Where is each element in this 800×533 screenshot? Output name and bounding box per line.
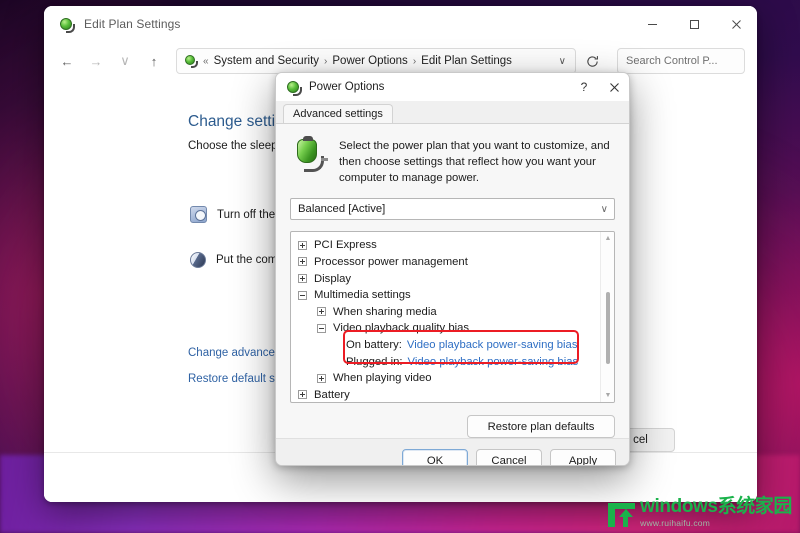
collapse-icon[interactable]	[317, 323, 326, 333]
restore-defaults-row: Restore plan defaults	[289, 415, 616, 439]
tree-item-battery[interactable]: Battery	[298, 386, 614, 402]
watermark: windows系统家园 www.ruihaifu.com	[608, 497, 792, 528]
window-title: Edit Plan Settings	[84, 17, 181, 31]
dialog-title-controls: ?	[569, 73, 629, 101]
watermark-house-icon	[608, 500, 636, 527]
power-plug-large-icon	[293, 136, 328, 172]
tree-item-pci-express[interactable]: PCI Express	[298, 237, 614, 254]
chevron-down-icon: ∨	[600, 203, 608, 215]
tree-nodes: PCI Express Processor power management D…	[291, 232, 614, 402]
breadcrumb-separator: ›	[324, 55, 328, 67]
collapse-icon[interactable]	[298, 290, 307, 300]
close-button[interactable]	[715, 6, 757, 42]
tree-item-label: Display	[314, 272, 352, 285]
clock-icon	[190, 206, 207, 223]
dialog-intro-text: Select the power plan that you want to c…	[339, 140, 610, 185]
tree-item-when-playing-video[interactable]: When playing video	[298, 370, 614, 387]
dialog-footer: OK Cancel Apply	[276, 438, 629, 465]
tree-item-label: When playing video	[333, 372, 432, 385]
breadcrumb-power-plug-icon	[184, 54, 198, 68]
dialog-power-plug-icon	[285, 79, 302, 96]
power-plug-icon	[58, 16, 75, 33]
window-titlebar: Edit Plan Settings	[44, 6, 757, 42]
breadcrumb-overflow[interactable]: «	[203, 56, 209, 67]
refresh-button[interactable]	[579, 48, 606, 74]
recent-locations-button[interactable]: ∨	[112, 48, 138, 74]
tree-item-multimedia-settings[interactable]: Multimedia settings	[298, 287, 614, 304]
expand-icon[interactable]	[298, 257, 307, 267]
tree-scrollbar[interactable]: ▲ ▼	[600, 232, 614, 403]
tree-item-plugged-in[interactable]: Plugged in: Video playback power-saving …	[298, 353, 614, 370]
tree-item-display[interactable]: Display	[298, 270, 614, 287]
expand-icon[interactable]	[317, 373, 326, 383]
tree-item-when-sharing-media[interactable]: When sharing media	[298, 303, 614, 320]
tree-item-label: Multimedia settings	[314, 289, 411, 302]
dialog-close-button[interactable]	[599, 73, 629, 101]
power-plan-select-value: Balanced [Active]	[298, 203, 386, 216]
breadcrumb-dropdown-icon[interactable]: ∨	[554, 56, 571, 67]
expand-icon[interactable]	[317, 307, 326, 317]
breadcrumb-item-system-and-security[interactable]: System and Security	[214, 55, 319, 67]
tab-advanced-settings[interactable]: Advanced settings	[283, 103, 393, 123]
tree-scrollbar-thumb[interactable]	[606, 292, 610, 365]
dialog-title: Power Options	[309, 81, 385, 93]
apply-button[interactable]: Apply	[550, 448, 616, 465]
watermark-url: www.ruihaifu.com	[640, 517, 710, 528]
expand-icon[interactable]	[298, 240, 307, 250]
restore-plan-defaults-button[interactable]: Restore plan defaults	[467, 415, 615, 439]
tree-item-label: Battery	[314, 388, 350, 401]
power-options-dialog: Power Options ? Advanced settings Select…	[275, 72, 630, 466]
tree-item-label: PCI Express	[314, 239, 377, 252]
ok-button[interactable]: OK	[402, 448, 468, 465]
advanced-settings-tree[interactable]: PCI Express Processor power management D…	[290, 231, 615, 404]
expand-icon[interactable]	[298, 274, 307, 284]
watermark-text-block: windows系统家园 www.ruihaifu.com	[640, 497, 792, 528]
scroll-up-icon[interactable]: ▲	[601, 232, 614, 245]
cancel-button[interactable]: Cancel	[476, 448, 542, 465]
maximize-button[interactable]	[673, 6, 715, 42]
expand-icon[interactable]	[298, 390, 307, 400]
dialog-intro: Select the power plan that you want to c…	[289, 133, 616, 186]
search-input[interactable]	[626, 55, 757, 67]
breadcrumb-separator: ›	[412, 55, 417, 67]
breadcrumb-item-edit-plan-settings[interactable]: Edit Plan Settings	[421, 55, 512, 67]
minimize-button[interactable]	[631, 6, 673, 42]
moon-icon	[190, 252, 206, 268]
tree-item-video-playback-quality-bias[interactable]: Video playback quality bias	[298, 320, 614, 337]
breadcrumb-item-power-options[interactable]: Power Options	[332, 55, 407, 67]
tree-item-label: When sharing media	[333, 305, 437, 318]
setting-value-on-battery[interactable]: Video playback power-saving bias	[407, 339, 578, 351]
forward-button[interactable]: →	[83, 48, 109, 74]
dialog-body: Select the power plan that you want to c…	[276, 123, 629, 439]
scroll-down-icon[interactable]: ▼	[601, 389, 614, 402]
tree-item-processor-power-management[interactable]: Processor power management	[298, 254, 614, 271]
search-box[interactable]	[617, 48, 757, 74]
watermark-title: windows系统家园	[640, 495, 792, 517]
setting-value-plugged-in[interactable]: Video playback power-saving bias	[408, 356, 579, 368]
setting-label-on-battery: On battery:	[346, 338, 402, 351]
power-plan-select[interactable]: Balanced [Active] ∨	[290, 198, 615, 221]
tree-item-on-battery[interactable]: On battery: Video playback power-saving …	[298, 337, 614, 354]
dialog-titlebar: Power Options ?	[276, 73, 629, 101]
dialog-tabstrip: Advanced settings	[276, 101, 629, 123]
breadcrumb[interactable]: « System and Security › Power Options › …	[176, 48, 576, 74]
window-controls	[631, 6, 757, 42]
setting-label-plugged-in: Plugged in:	[346, 355, 403, 368]
help-button[interactable]: ?	[569, 73, 599, 101]
tree-item-label: Video playback quality bias	[333, 322, 470, 335]
back-button[interactable]: ←	[54, 48, 80, 74]
up-button[interactable]: ↑	[141, 48, 167, 74]
tree-item-label: Processor power management	[314, 255, 468, 268]
